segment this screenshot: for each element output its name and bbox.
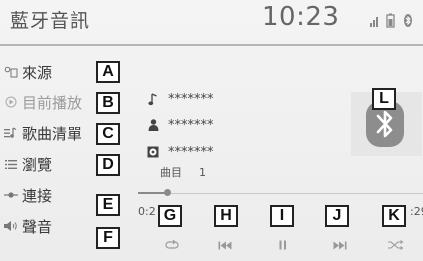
callout-i: I	[270, 205, 294, 227]
callout-k: K	[382, 205, 406, 227]
artist-row: *******	[146, 116, 214, 134]
skip-forward-icon	[333, 241, 347, 249]
sidebar-item-label: 來源	[22, 63, 53, 82]
callout-e: E	[96, 194, 120, 216]
source-icon	[0, 66, 22, 78]
playlist-icon	[0, 127, 22, 139]
total-time: :29	[410, 205, 423, 218]
status-icons	[370, 13, 412, 28]
speaker-icon	[0, 221, 22, 231]
bluetooth-audio-screen: 藍牙音訊 10:23 來源 目前播放 歌曲清單 瀏覽 連接 聲音 A B C D…	[0, 0, 423, 261]
repeat-icon	[165, 240, 179, 249]
shuffle-button[interactable]	[381, 238, 411, 252]
pause-button[interactable]	[268, 238, 298, 252]
callout-b: B	[96, 92, 120, 114]
callout-g: G	[158, 205, 182, 227]
bluetooth-icon	[404, 14, 412, 27]
track-label: 曲目	[160, 166, 182, 179]
album-name: *******	[168, 144, 214, 160]
repeat-button[interactable]	[157, 238, 187, 252]
signal-bars-icon	[370, 17, 378, 27]
sidebar-item-label: 歌曲清單	[22, 124, 83, 143]
album-row: *******	[146, 143, 214, 161]
skip-back-icon	[218, 241, 232, 249]
shuffle-icon	[388, 240, 404, 250]
play-circle-icon	[0, 96, 22, 108]
connect-icon	[0, 191, 22, 199]
header-divider	[0, 44, 423, 46]
song-title: *******	[168, 91, 214, 107]
callout-c: C	[96, 123, 120, 145]
status-bar	[368, 12, 416, 28]
clock: 10:23	[262, 2, 340, 32]
browse-list-icon	[0, 159, 22, 170]
person-icon	[146, 119, 160, 131]
callout-l: L	[372, 88, 396, 110]
callout-a: A	[96, 61, 120, 83]
callout-j: J	[325, 205, 349, 227]
sidebar-item-label: 目前播放	[22, 93, 83, 112]
sidebar-item-label: 聲音	[22, 217, 53, 236]
album-disc-icon	[146, 146, 160, 158]
battery-icon	[386, 13, 395, 28]
progress-track[interactable]	[138, 193, 423, 194]
track-number-row: 曲目 1	[160, 164, 206, 180]
sidebar-item-label: 瀏覽	[22, 155, 53, 174]
progress-fill	[138, 192, 167, 194]
callout-f: F	[96, 227, 120, 249]
progress-handle[interactable]	[164, 189, 171, 196]
track-number: 1	[199, 166, 206, 179]
song-row: *******	[146, 90, 214, 108]
page-title: 藍牙音訊	[10, 10, 91, 32]
sidebar-item-label: 連接	[22, 186, 53, 205]
next-track-button[interactable]	[325, 238, 355, 252]
callout-h: H	[214, 205, 238, 227]
callout-d: D	[96, 154, 120, 176]
previous-track-button[interactable]	[210, 238, 240, 252]
artist-name: *******	[168, 117, 214, 133]
pause-icon	[279, 240, 286, 250]
elapsed-time: 0:2	[138, 205, 156, 218]
music-note-icon	[146, 92, 160, 106]
